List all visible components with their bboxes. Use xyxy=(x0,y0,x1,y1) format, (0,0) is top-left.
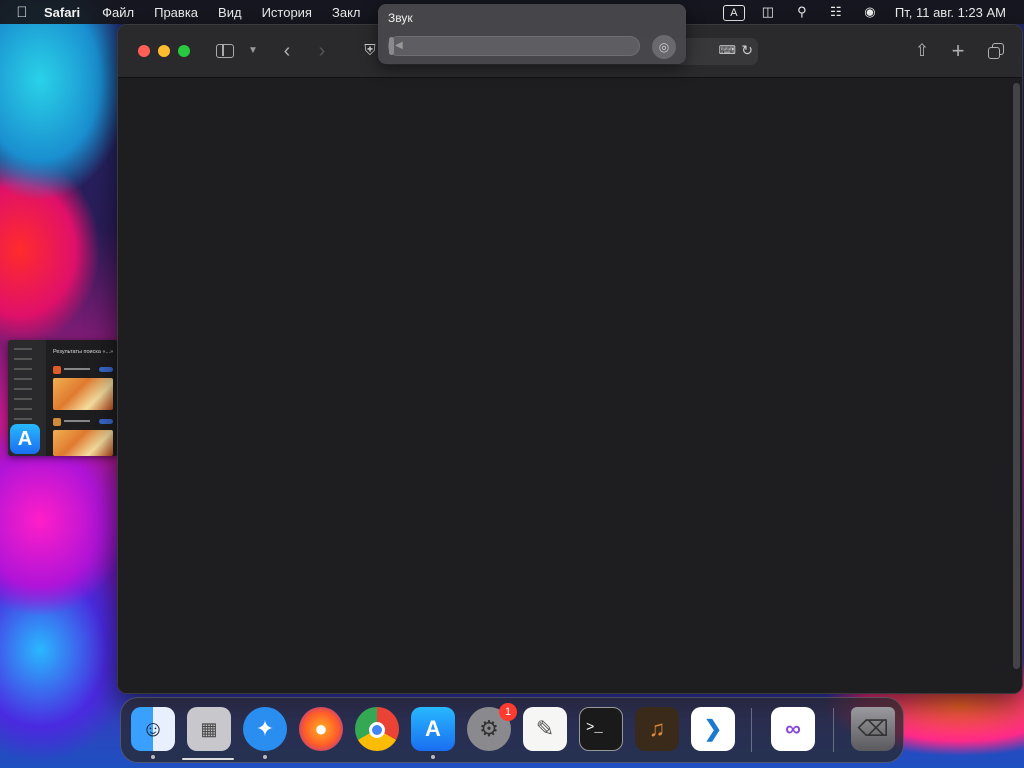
terminal-icon[interactable]: >_ xyxy=(579,707,623,751)
launchpad-underline xyxy=(182,758,234,760)
tab-overview-icon[interactable] xyxy=(986,39,1006,63)
safari-window: ▼ ‹ › ⛨ ⌨ ↻ ⇧ + xyxy=(117,24,1023,694)
spotlight-search-icon[interactable]: ⚲ xyxy=(785,4,819,20)
running-indicator xyxy=(263,755,267,759)
dock: ☺ ▦ ✦ ● A ⚙ 1 ✎ >_ ♫ ❯ ∞ ⌫ xyxy=(120,697,904,763)
zoom-button[interactable] xyxy=(178,45,190,57)
volume-fill xyxy=(389,37,394,55)
thumbnail-screenshot xyxy=(53,430,113,456)
input-source-icon[interactable]: A xyxy=(717,4,751,21)
menu-app-name[interactable]: Safari xyxy=(44,5,80,20)
close-button[interactable] xyxy=(138,45,150,57)
menu-bar-clock[interactable]: Пт, 11 авг. 1:23 AM xyxy=(895,5,1006,20)
thumbnail-heading: Результаты поиска «...» xyxy=(53,349,114,355)
menu-file[interactable]: Файл xyxy=(102,5,134,20)
safari-icon[interactable]: ✦ xyxy=(243,707,287,751)
running-indicator xyxy=(151,755,155,759)
thumbnail-result-row xyxy=(53,366,113,374)
menu-view[interactable]: Вид xyxy=(218,5,242,20)
firefox-icon[interactable]: ● xyxy=(299,707,343,751)
system-settings-icon[interactable]: ⚙ 1 xyxy=(467,703,517,751)
garageband-icon[interactable]: ♫ xyxy=(635,707,679,751)
launchpad-icon[interactable]: ▦ xyxy=(187,707,231,751)
menu-bar-status-area: A ◫ ⚲ ☷ ◉ Пт, 11 авг. 1:23 AM xyxy=(717,0,1006,24)
minimize-button[interactable] xyxy=(158,45,170,57)
translate-icon[interactable]: ⌨ xyxy=(719,43,736,57)
chevron-down-icon[interactable]: ▼ xyxy=(246,39,260,63)
vertical-scrollbar[interactable] xyxy=(1013,83,1020,669)
textedit-icon[interactable]: ✎ xyxy=(523,707,567,751)
app-store-window-thumbnail[interactable]: Результаты поиска «...» A xyxy=(8,340,118,456)
forward-button[interactable]: › xyxy=(313,39,331,63)
notification-badge: 1 xyxy=(499,703,517,721)
volume-slider[interactable]: ◀ xyxy=(388,36,640,56)
visual-studio-icon[interactable]: ∞ xyxy=(771,707,815,751)
siri-icon[interactable]: ◉ xyxy=(853,4,887,20)
back-button[interactable]: ‹ xyxy=(278,39,296,63)
reload-icon[interactable]: ↻ xyxy=(741,42,753,59)
share-icon[interactable]: ⇧ xyxy=(912,39,932,63)
app-store-icon[interactable]: A xyxy=(411,707,455,751)
airplay-icon[interactable]: ◎ xyxy=(652,35,676,59)
screen-mirroring-icon[interactable]: ◫ xyxy=(751,4,785,20)
menu-bookmarks[interactable]: Закл xyxy=(332,5,361,20)
sidebar-toggle-icon[interactable] xyxy=(214,39,236,63)
new-tab-button[interactable]: + xyxy=(948,39,968,63)
privacy-shield-icon[interactable]: ⛨ xyxy=(361,39,379,63)
apple-menu-icon[interactable]:  xyxy=(0,4,44,21)
chrome-icon[interactable] xyxy=(355,707,399,751)
thumbnail-screenshot xyxy=(53,378,113,410)
trash-icon[interactable]: ⌫ xyxy=(851,707,895,751)
page-content[interactable] xyxy=(118,79,1022,693)
control-center-icon[interactable]: ☷ xyxy=(819,4,853,20)
dock-separator xyxy=(751,708,752,752)
thumbnail-result-row xyxy=(53,418,113,426)
app-store-icon: A xyxy=(10,424,40,454)
speaker-icon: ◀ xyxy=(395,40,403,51)
vscode-icon[interactable]: ❯ xyxy=(691,707,735,751)
sound-title: Звук xyxy=(388,11,413,25)
menu-history[interactable]: История xyxy=(262,5,312,20)
dock-separator xyxy=(833,708,834,752)
sound-popover: Звук ◀ ◎ xyxy=(378,4,686,64)
finder-icon[interactable]: ☺ xyxy=(131,707,175,751)
running-indicator xyxy=(431,755,435,759)
menu-edit[interactable]: Правка xyxy=(154,5,198,20)
